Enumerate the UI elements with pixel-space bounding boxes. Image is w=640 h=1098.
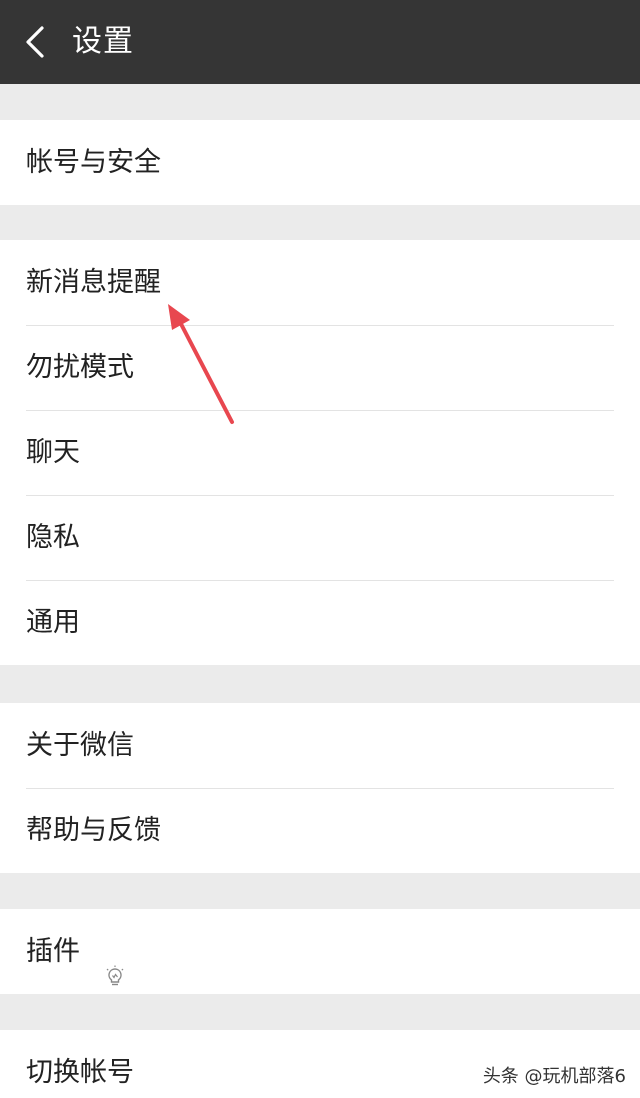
settings-item-label: 通用 [26,607,80,638]
settings-item-label: 帮助与反馈 [26,815,161,846]
settings-item-label: 聊天 [26,437,80,468]
lightbulb-icon [103,938,127,985]
settings-item-help-feedback[interactable]: 帮助与反馈 [0,788,640,873]
settings-item-plugins[interactable]: 插件 [0,909,640,994]
top-bar: 设置 [0,0,640,84]
page-title: 设置 [72,24,134,59]
settings-item-label: 隐私 [26,522,80,553]
settings-item-new-message-notifications[interactable]: 新消息提醒 [0,240,640,325]
settings-group-main: 新消息提醒 勿扰模式 聊天 隐私 通用 [0,240,640,665]
back-chevron-icon [26,26,44,58]
back-button[interactable] [18,22,58,62]
settings-group-account: 帐号与安全 [0,120,640,205]
settings-group-about: 关于微信 帮助与反馈 [0,703,640,873]
settings-item-do-not-disturb[interactable]: 勿扰模式 [0,325,640,410]
settings-item-label: 插件 [26,936,80,967]
settings-item-about-wechat[interactable]: 关于微信 [0,703,640,788]
settings-item-label: 帐号与安全 [26,147,161,178]
settings-item-label: 勿扰模式 [26,352,134,383]
settings-item-privacy[interactable]: 隐私 [0,495,640,580]
settings-item-account-security[interactable]: 帐号与安全 [0,120,640,205]
settings-item-label: 新消息提醒 [26,267,161,298]
settings-item-chat[interactable]: 聊天 [0,410,640,495]
settings-item-label: 关于微信 [26,730,134,761]
settings-item-label: 切换帐号 [26,1057,134,1088]
settings-item-general[interactable]: 通用 [0,580,640,665]
watermark-text: 头条 @玩机部落6 [482,1066,626,1087]
settings-group-plugins: 插件 [0,909,640,994]
